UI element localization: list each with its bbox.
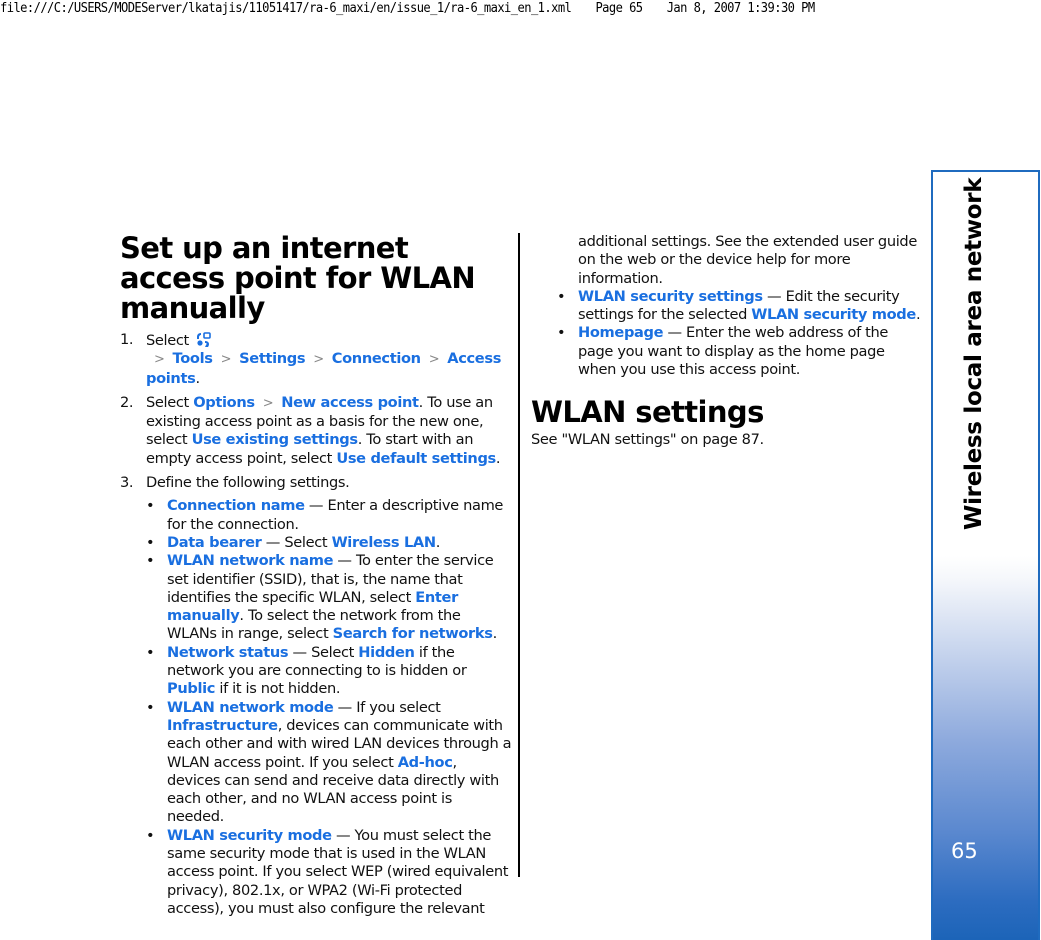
step-1: 1. Select > Tools > Settings > Connection > Acc…	[120, 331, 512, 388]
punctuation: .	[492, 625, 498, 643]
continued-text: additional settings. See the extended us…	[578, 233, 917, 287]
steps-list: 1. Select > Tools > Settings > Connection > Acc…	[120, 331, 512, 918]
bullet: •	[146, 643, 155, 661]
chevron-right-icon: >	[154, 352, 165, 368]
chevron-right-icon: >	[428, 352, 440, 368]
punctuation: .	[495, 449, 501, 467]
step-number: 3.	[120, 474, 134, 492]
chevron-right-icon: >	[313, 352, 324, 368]
step-number: 1.	[120, 331, 134, 348]
setting-item: • WLAN security mode — You must select th…	[146, 827, 512, 918]
section-tab: Wireless local area network 65	[931, 170, 1040, 940]
link-hidden[interactable]: Hidden	[358, 644, 415, 661]
wlan-settings-heading: WLAN settings	[531, 395, 764, 430]
link-ad-hoc[interactable]: Ad-hoc	[398, 754, 453, 771]
file-path: file:///C:/USERS/MODEServer/lkatajis/110…	[0, 1, 572, 16]
setting-description: — Select	[288, 643, 359, 661]
link-wlan-security-mode[interactable]: WLAN security mode	[167, 827, 332, 844]
link-infrastructure[interactable]: Infrastructure	[167, 717, 278, 734]
punctuation: .	[435, 533, 441, 551]
print-header: file:///C:/USERS/MODEServer/lkatajis/110…	[0, 0, 968, 22]
link-wlan-network-name[interactable]: WLAN network name	[167, 552, 333, 569]
punctuation: .	[915, 306, 921, 324]
step-3: 3. Define the following settings. • Conne…	[120, 474, 512, 918]
setting-item: • Network status — Select Hidden if the n…	[146, 644, 512, 699]
step-text: Select	[146, 332, 189, 349]
link-data-bearer[interactable]: Data bearer	[167, 534, 262, 551]
setting-item: • WLAN network name — To enter the servic…	[146, 552, 512, 643]
link-new-access-point[interactable]: New access point	[281, 394, 419, 411]
setting-description: — If you select	[333, 698, 441, 716]
link-use-existing-settings[interactable]: Use existing settings	[192, 431, 358, 448]
link-wlan-security-mode[interactable]: WLAN security mode	[751, 306, 916, 323]
right-column: additional settings. See the extended us…	[531, 233, 923, 450]
page-number: 65	[951, 839, 978, 863]
bullet: •	[557, 324, 566, 342]
link-connection-name[interactable]: Connection name	[167, 497, 305, 514]
punctuation: .	[195, 369, 200, 387]
link-wireless-lan[interactable]: Wireless LAN	[332, 534, 437, 551]
bullet: •	[146, 552, 155, 570]
bullet: •	[146, 826, 155, 844]
page-label: Page 65	[595, 1, 643, 16]
section-heading: Set up an internet access point for WLAN…	[120, 231, 476, 325]
bullet: •	[557, 287, 566, 305]
link-settings[interactable]: Settings	[239, 350, 305, 367]
link-homepage[interactable]: Homepage	[578, 324, 664, 341]
link-options[interactable]: Options	[193, 394, 255, 411]
bullet: •	[146, 533, 155, 551]
bullet: •	[146, 698, 155, 716]
setting-item: • Data bearer — Select Wireless LAN.	[146, 534, 512, 552]
step-2: 2. Select Options > New access point. To u…	[120, 394, 512, 468]
print-datetime: Jan 8, 2007 1:39:30 PM	[666, 1, 815, 16]
link-use-default-settings[interactable]: Use default settings	[336, 450, 496, 467]
step-text: Define the following settings.	[146, 474, 350, 492]
menu-apps-icon	[195, 331, 213, 349]
link-tools[interactable]: Tools	[173, 350, 213, 367]
chevron-right-icon: >	[220, 352, 232, 368]
link-connection[interactable]: Connection	[332, 350, 421, 367]
step-text: Select	[146, 393, 189, 411]
step-number: 2.	[120, 393, 134, 411]
setting-description: if it is not hidden.	[215, 680, 341, 698]
column-divider	[518, 233, 520, 877]
section-tab-title: Wireless local area network	[961, 177, 987, 530]
left-column: Set up an internet access point for WLAN…	[120, 233, 512, 924]
link-search-for-networks[interactable]: Search for networks	[333, 625, 493, 642]
setting-description: — Select	[261, 533, 332, 551]
chevron-right-icon: >	[262, 395, 274, 411]
link-public[interactable]: Public	[167, 680, 215, 697]
bullet: •	[146, 497, 155, 515]
cross-reference: See "WLAN settings" on page 87.	[531, 431, 764, 449]
setting-item: • Homepage — Enter the web address of the…	[557, 324, 923, 379]
settings-list-continued: • WLAN security settings — Edit the secur…	[531, 288, 923, 379]
settings-list: • Connection name — Enter a descriptive n…	[146, 497, 512, 918]
link-wlan-network-mode[interactable]: WLAN network mode	[167, 699, 334, 716]
link-wlan-security-settings[interactable]: WLAN security settings	[578, 288, 763, 305]
setting-item: • Connection name — Enter a descriptive n…	[146, 497, 512, 534]
setting-item: • WLAN security settings — Edit the secur…	[557, 288, 923, 325]
link-network-status[interactable]: Network status	[167, 644, 289, 661]
setting-item: • WLAN network mode — If you select Infra…	[146, 699, 512, 827]
